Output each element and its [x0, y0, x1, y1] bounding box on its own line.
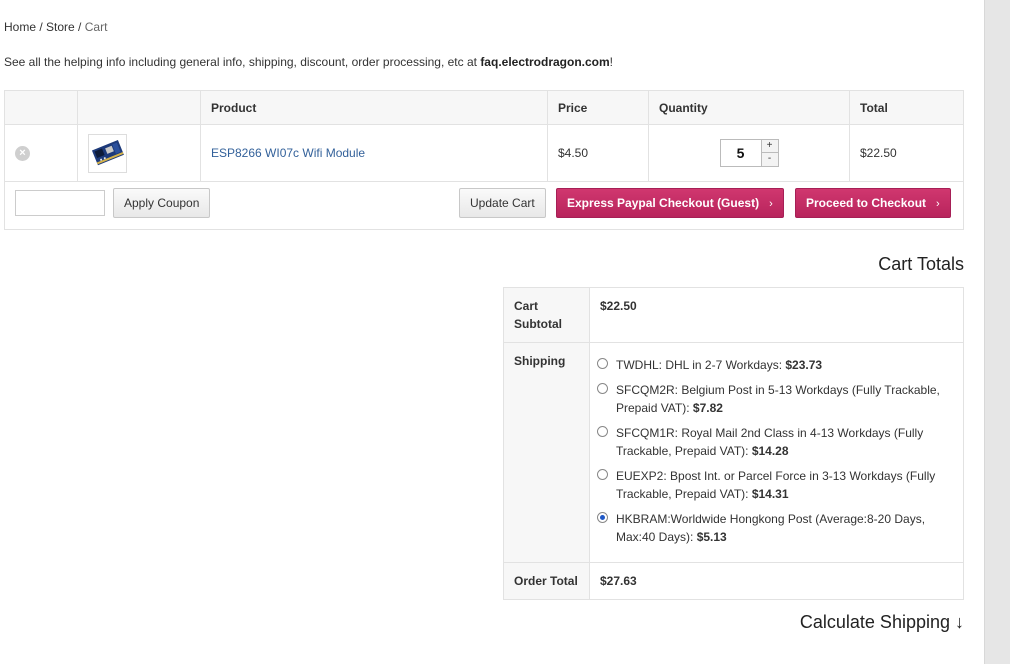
shipping-radio[interactable] [597, 512, 608, 523]
breadcrumb-current: Cart [84, 20, 108, 34]
shipping-option-price: $5.13 [696, 530, 727, 544]
breadcrumb-home[interactable]: Home [4, 20, 36, 34]
breadcrumb-separator: / [36, 20, 47, 34]
shipping-option[interactable]: EUEXP2: Bpost Int. or Parcel Force in 3-… [597, 467, 953, 503]
shipping-option[interactable]: SFCQM2R: Belgium Post in 5-13 Workdays (… [597, 381, 953, 417]
subtotal-value: $22.50 [589, 287, 964, 343]
shipping-option-price: $23.73 [785, 358, 823, 372]
breadcrumb-separator: / [74, 20, 85, 34]
order-total-row: Order Total $27.63 [503, 562, 964, 600]
cart-totals-table: Cart Subtotal $22.50 Shipping TWDHL: DHL… [503, 287, 964, 600]
cart-actions-row: Apply Coupon Update Cart Express Paypal … [4, 181, 964, 230]
shipping-option-label: EUEXP2: Bpost Int. or Parcel Force in 3-… [616, 467, 953, 503]
paypal-checkout-button[interactable]: Express Paypal Checkout (Guest) › [556, 188, 784, 218]
chevron-right-icon: › [936, 198, 940, 210]
shipping-option-text: TWDHL: DHL in 2-7 Workdays: [616, 358, 786, 372]
quantity-buttons: + - [760, 139, 779, 167]
shipping-radio[interactable] [597, 358, 608, 369]
shipping-option-price: $7.82 [692, 401, 723, 415]
scrollbar[interactable] [984, 0, 1010, 664]
subtotal-label: Cart Subtotal [503, 287, 590, 343]
header-remove [4, 90, 78, 125]
cart-header-row: Product Price Quantity Total [4, 90, 964, 125]
cart-actions-cell: Apply Coupon Update Cart Express Paypal … [4, 181, 964, 230]
shipping-options: TWDHL: DHL in 2-7 Workdays: $23.73 SFCQM… [597, 356, 953, 546]
quantity-stepper: 5 + - [659, 139, 839, 167]
remove-item-icon[interactable]: × [15, 146, 30, 161]
quantity-input[interactable]: 5 [719, 139, 761, 167]
shipping-radio[interactable] [597, 469, 608, 480]
paypal-checkout-label: Express Paypal Checkout (Guest) [567, 196, 760, 210]
shipping-option-label: SFCQM1R: Royal Mail 2nd Class in 4-13 Wo… [616, 424, 953, 460]
coupon-code-input[interactable] [15, 190, 105, 216]
proceed-to-checkout-button[interactable]: Proceed to Checkout › [795, 188, 951, 218]
order-total-amount: $27.63 [600, 574, 637, 588]
shipping-options-cell: TWDHL: DHL in 2-7 Workdays: $23.73 SFCQM… [589, 342, 964, 563]
shipping-option[interactable]: HKBRAM:Worldwide Hongkong Post (Average:… [597, 510, 953, 546]
subtotal-label-line2: Subtotal [514, 317, 562, 331]
header-product: Product [200, 90, 548, 125]
quantity-minus-button[interactable]: - [760, 153, 779, 167]
apply-coupon-button[interactable]: Apply Coupon [113, 188, 211, 218]
price-cell: $4.50 [547, 124, 649, 182]
remove-cell: × [4, 124, 78, 182]
header-quantity: Quantity [648, 90, 850, 125]
subtotal-label-line1: Cart [514, 299, 539, 313]
calculate-shipping-link[interactable]: Calculate Shipping ↓ [800, 612, 964, 633]
subtotal-amount: $22.50 [600, 299, 637, 313]
cart-item-row: × ESP8266 WI07c Wifi Module $4.50 5 + - … [4, 124, 964, 182]
info-suffix: ! [609, 55, 614, 69]
order-total-value: $27.63 [589, 562, 964, 600]
faq-link[interactable]: faq.electrodragon.com [480, 55, 609, 69]
cart-totals-heading: Cart Totals [878, 254, 964, 274]
header-thumbnail [77, 90, 201, 125]
line-total-cell: $22.50 [849, 124, 964, 182]
shipping-option-text: HKBRAM:Worldwide Hongkong Post (Average:… [616, 512, 926, 544]
info-text: See all the helping info including gener… [4, 55, 481, 69]
shipping-row: Shipping TWDHL: DHL in 2-7 Workdays: $23… [503, 342, 964, 563]
header-price: Price [547, 90, 649, 125]
shipping-label: Shipping [503, 342, 590, 563]
quantity-cell: 5 + - [648, 124, 850, 182]
shipping-option[interactable]: TWDHL: DHL in 2-7 Workdays: $23.73 [597, 356, 953, 374]
shipping-radio[interactable] [597, 383, 608, 394]
quantity-plus-button[interactable]: + [760, 139, 779, 153]
shipping-option-price: $14.31 [751, 487, 789, 501]
shipping-option-label: SFCQM2R: Belgium Post in 5-13 Workdays (… [616, 381, 953, 417]
breadcrumb: Home / Store / Cart [4, 20, 107, 34]
shipping-option-price: $14.28 [751, 444, 789, 458]
shipping-radio[interactable] [597, 426, 608, 437]
product-cell: ESP8266 WI07c Wifi Module [200, 124, 548, 182]
cart-actions: Apply Coupon Update Cart Express Paypal … [15, 182, 953, 229]
info-notice: See all the helping info including gener… [4, 55, 613, 69]
breadcrumb-store[interactable]: Store [46, 20, 75, 34]
product-thumbnail[interactable] [88, 133, 127, 173]
product-name-link[interactable]: ESP8266 WI07c Wifi Module [211, 146, 365, 160]
chevron-right-icon: › [769, 198, 773, 210]
shipping-option-label: HKBRAM:Worldwide Hongkong Post (Average:… [616, 510, 953, 546]
shipping-option-label: TWDHL: DHL in 2-7 Workdays: $23.73 [616, 356, 822, 374]
esp8266-module-image [90, 137, 125, 169]
shipping-option-text: SFCQM2R: Belgium Post in 5-13 Workdays (… [616, 383, 940, 415]
header-total: Total [849, 90, 964, 125]
update-cart-button[interactable]: Update Cart [459, 188, 546, 218]
checkout-label: Proceed to Checkout [806, 196, 927, 210]
thumbnail-cell [77, 124, 201, 182]
order-total-label: Order Total [503, 562, 590, 600]
cart-table: Product Price Quantity Total × ESP8266 W… [4, 90, 964, 230]
shipping-option[interactable]: SFCQM1R: Royal Mail 2nd Class in 4-13 Wo… [597, 424, 953, 460]
subtotal-row: Cart Subtotal $22.50 [503, 287, 964, 343]
